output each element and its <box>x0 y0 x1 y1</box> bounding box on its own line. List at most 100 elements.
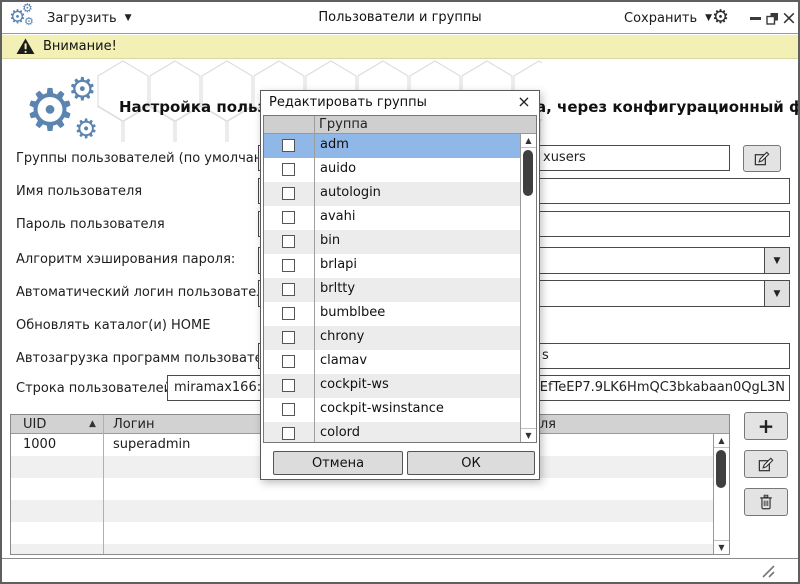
cell-uid: 1000 <box>23 437 56 452</box>
column-header-uid[interactable]: UID <box>23 417 46 432</box>
edit-groups-button[interactable] <box>743 145 781 172</box>
scroll-up-icon[interactable]: ▲ <box>521 134 536 148</box>
scroll-down-icon[interactable]: ▼ <box>714 540 729 554</box>
dialog-scrollbar[interactable]: ▲ ▼ <box>520 134 536 442</box>
gear-icon: ⚙ <box>68 70 97 108</box>
column-divider <box>314 116 315 442</box>
scrollbar-thumb[interactable] <box>523 150 533 196</box>
ok-button[interactable]: ОК <box>407 451 535 475</box>
group-name: cockpit-wsinstance <box>320 401 444 416</box>
list-item[interactable]: cockpit-wsinstance <box>264 398 520 422</box>
dialog-title: Редактировать группы <box>269 95 427 110</box>
group-checkbox[interactable] <box>282 283 295 296</box>
empty-row <box>11 500 713 522</box>
close-window-button[interactable]: × <box>780 2 798 34</box>
chevron-down-icon: ▼ <box>705 13 712 23</box>
list-item[interactable]: autologin <box>264 182 520 206</box>
scroll-up-icon[interactable]: ▲ <box>714 434 729 448</box>
list-item[interactable]: chrony <box>264 326 520 350</box>
sort-asc-icon: ▲ <box>89 419 96 429</box>
scroll-down-icon[interactable]: ▼ <box>521 428 536 442</box>
chevron-down-icon[interactable]: ▼ <box>764 281 789 306</box>
scrollbar-thumb[interactable] <box>716 450 726 488</box>
pencil-icon <box>757 455 776 474</box>
group-checkbox[interactable] <box>282 235 295 248</box>
list-item[interactable]: adm <box>264 134 520 158</box>
default-groups-label: Группы пользователей (по умолчанию) <box>16 151 287 166</box>
load-menu-button[interactable]: Загрузить ▼ <box>47 2 132 34</box>
list-item[interactable]: bumblbee <box>264 302 520 326</box>
group-checkbox[interactable] <box>282 403 295 416</box>
settings-gear-icon[interactable]: ⚙ <box>712 6 729 28</box>
minimize-button[interactable] <box>746 2 764 34</box>
list-item[interactable]: bin <box>264 230 520 254</box>
warning-text: Внимание! <box>43 39 117 54</box>
list-item[interactable]: brlapi <box>264 254 520 278</box>
group-checkbox[interactable] <box>282 331 295 344</box>
group-name: bin <box>320 233 340 248</box>
cancel-button[interactable]: Отмена <box>273 451 403 475</box>
group-name: clamav <box>320 353 367 368</box>
list-item[interactable]: brltty <box>264 278 520 302</box>
empty-row <box>11 522 713 544</box>
column-header-login[interactable]: Логин <box>113 417 155 432</box>
group-checkbox[interactable] <box>282 355 295 368</box>
group-name: chrony <box>320 329 364 344</box>
gear-icon: ⚙ <box>22 1 33 15</box>
gear-icon: ⚙ <box>24 15 34 28</box>
chevron-down-icon[interactable]: ▼ <box>764 248 789 273</box>
group-checkbox[interactable] <box>282 187 295 200</box>
group-name: brlapi <box>320 257 357 272</box>
load-menu-label: Загрузить <box>47 11 117 26</box>
column-header-group[interactable]: Группа <box>319 117 368 132</box>
save-menu-label: Сохранить <box>624 11 697 26</box>
gear-icon: ⚙ <box>74 114 98 145</box>
list-item[interactable]: colord <box>264 422 520 443</box>
autostart-label: Автозагрузка программ пользователей <box>16 351 287 366</box>
warning-banner: Внимание! <box>2 35 798 59</box>
group-checkbox[interactable] <box>282 307 295 320</box>
app-gears-icon: ⚙ ⚙ ⚙ <box>9 4 39 32</box>
dialog-close-button[interactable]: × <box>516 92 532 111</box>
group-name: adm <box>320 137 349 152</box>
edit-groups-dialog: Редактировать группы × Группа adm auido … <box>260 90 540 480</box>
group-checkbox[interactable] <box>282 139 295 152</box>
group-checkbox[interactable] <box>282 379 295 392</box>
close-icon: × <box>781 9 797 28</box>
hash-algo-label: Алгоритм хэширования пароля: <box>16 252 235 267</box>
save-menu-button[interactable]: Сохранить ▼ <box>624 2 712 34</box>
empty-row <box>11 478 713 500</box>
list-item[interactable]: clamav <box>264 350 520 374</box>
user-string-value-end: 5XEfTeEP7.9LK6HmQC3bkabaan0QgL3N <box>523 380 785 395</box>
group-checkbox[interactable] <box>282 259 295 272</box>
plus-icon: + <box>758 414 775 438</box>
edit-user-button[interactable] <box>744 450 788 478</box>
maximize-button[interactable] <box>763 2 781 34</box>
empty-row <box>11 544 713 554</box>
list-item[interactable]: avahi <box>264 206 520 230</box>
delete-user-button[interactable] <box>744 488 788 516</box>
group-name: auido <box>320 161 356 176</box>
group-name: avahi <box>320 209 355 224</box>
resize-grip[interactable] <box>760 564 776 579</box>
page-title-right: а, через конфигурационный файл) <box>536 98 800 116</box>
username-label: Имя пользователя <box>16 184 142 199</box>
warning-triangle-icon <box>16 38 35 55</box>
user-string-label: Строка пользователей: <box>16 381 176 396</box>
group-name: cockpit-ws <box>320 377 389 392</box>
password-label: Пароль пользователя <box>16 217 165 232</box>
minimize-icon <box>750 17 761 20</box>
group-checkbox[interactable] <box>282 211 295 224</box>
autologin-label: Автоматический логин пользователя <box>16 285 272 300</box>
maximize-icon <box>766 12 779 25</box>
list-item[interactable]: cockpit-ws <box>264 374 520 398</box>
list-item[interactable]: auido <box>264 158 520 182</box>
group-checkbox[interactable] <box>282 427 295 440</box>
group-name: autologin <box>320 185 381 200</box>
group-checkbox[interactable] <box>282 163 295 176</box>
status-bar <box>2 558 798 582</box>
table-scrollbar[interactable]: ▲ ▼ <box>713 434 729 554</box>
cell-login: superadmin <box>113 437 190 452</box>
pencil-icon <box>753 149 772 168</box>
add-user-button[interactable]: + <box>744 412 788 440</box>
